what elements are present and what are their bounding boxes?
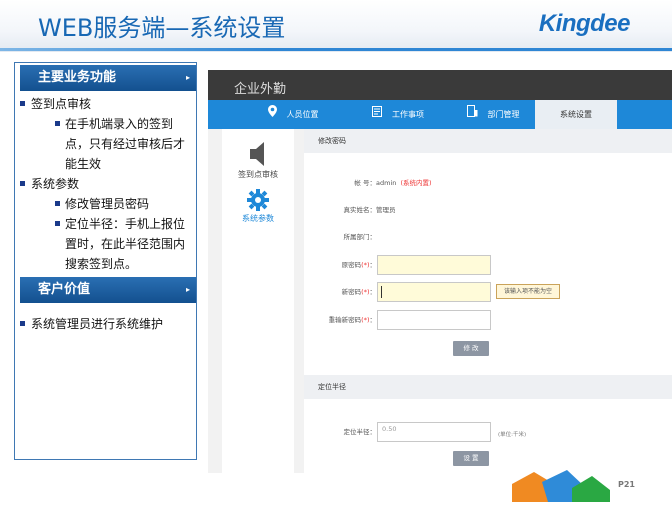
- modify-password-button[interactable]: 修 改: [453, 341, 489, 356]
- list-item: 系统参数: [17, 174, 197, 194]
- page-number: P21: [618, 480, 635, 489]
- brand-logo: Kingdee: [538, 10, 631, 37]
- name-label: 真实姓名：: [343, 206, 377, 214]
- tab-department[interactable]: 部门管理: [448, 100, 538, 129]
- app-topbar: 企业外勤: [208, 70, 672, 100]
- sidebar-item-system-params[interactable]: 系统参数: [222, 189, 294, 224]
- document-icon: [372, 100, 382, 129]
- settings-content: 修改密码 帐 号： admin (系统内置) 真实姓名： 管理员 所属部门： 原…: [304, 129, 672, 473]
- radius-input[interactable]: 0.50: [377, 422, 491, 442]
- sidebar-label: 系统参数: [242, 214, 274, 223]
- orig-password-label: 原密码(*)：: [341, 261, 376, 269]
- radius-row: 定位半径： 0.50 (单位:千米): [304, 422, 672, 442]
- value-list: 系统管理员进行系统维护: [17, 314, 197, 334]
- list-subitem: 定位半径：手机上报位置时，在此半径范围内搜索签到点。: [17, 214, 197, 274]
- radius-panel-heading: 定位半径: [304, 375, 672, 399]
- new-password-row: 新密码(*)： 该输入项不能为空: [304, 282, 672, 302]
- radius-unit: (单位:千米): [498, 432, 527, 438]
- account-row: 帐 号： admin (系统内置): [304, 173, 672, 193]
- new-password-label: 新密码(*)：: [341, 288, 376, 296]
- dept-label: 所属部门：: [343, 233, 377, 241]
- confirm-password-input[interactable]: [377, 310, 491, 330]
- confirm-password-label: 重输新密码(*)：: [328, 316, 376, 324]
- location-pin-icon: [267, 100, 277, 129]
- slide-title: WEB服务端—系统设置: [38, 14, 286, 42]
- list-subitem: 修改管理员密码: [17, 194, 197, 214]
- feature-panel: 主要业务功能 ▸ 签到点审核 在手机端录入的签到点，只有经过审核后才能生效 系统…: [14, 62, 197, 460]
- arrow-right-icon: ▸: [185, 285, 190, 294]
- tab-work-items[interactable]: 工作事项: [353, 100, 443, 129]
- dept-row: 所属部门：: [304, 227, 672, 247]
- speaker-icon: [222, 141, 294, 169]
- org-icon: [466, 100, 478, 129]
- section-main-features: 主要业务功能 ▸: [17, 65, 196, 91]
- radius-label: 定位半径：: [343, 428, 377, 436]
- app-title: 企业外勤: [234, 82, 287, 97]
- tab-personnel-location[interactable]: 人员位置: [248, 100, 338, 129]
- list-item: 签到点审核: [17, 94, 197, 114]
- orig-password-input[interactable]: [377, 255, 491, 275]
- tab-label: 部门管理: [487, 110, 520, 119]
- tab-label: 人员位置: [286, 110, 319, 119]
- features-list: 签到点审核 在手机端录入的签到点，只有经过审核后才能生效 系统参数 修改管理员密…: [17, 94, 197, 274]
- app-window: 企业外勤 人员位置 工作事项 部门管理 系统设置 签到点审核 系统参数 修改密码…: [208, 70, 672, 473]
- tab-system-settings[interactable]: 系统设置: [535, 100, 617, 129]
- tab-label: 系统设置: [560, 110, 592, 119]
- section-main-features-title: 主要业务功能: [38, 70, 117, 85]
- section-customer-value: 客户价值 ▸: [17, 277, 196, 303]
- set-radius-button[interactable]: 设 置: [453, 451, 489, 466]
- list-item: 系统管理员进行系统维护: [17, 314, 197, 334]
- account-note: (系统内置): [400, 179, 432, 187]
- sidebar-item-checkpoint-review[interactable]: 签到点审核: [222, 141, 294, 180]
- sidebar-label: 签到点审核: [238, 170, 278, 179]
- password-panel-heading: 修改密码: [304, 129, 672, 153]
- gear-icon: [222, 189, 294, 213]
- tab-bar: 人员位置 工作事项 部门管理 系统设置: [208, 100, 672, 129]
- app-sidebar: 签到点审核 系统参数: [222, 129, 294, 473]
- new-password-input[interactable]: [377, 282, 491, 302]
- name-row: 真实姓名： 管理员: [304, 200, 672, 220]
- header-divider: [0, 48, 672, 51]
- arrow-right-icon: ▸: [185, 73, 190, 82]
- footer-decoration: [512, 470, 610, 502]
- section-customer-value-title: 客户价值: [38, 282, 91, 297]
- confirm-password-row: 重输新密码(*)：: [304, 310, 672, 330]
- tab-label: 工作事项: [392, 110, 424, 119]
- validation-tooltip: 该输入项不能为空: [496, 284, 560, 299]
- orig-password-row: 原密码(*)：: [304, 255, 672, 275]
- name-value: 管理员: [376, 206, 396, 214]
- list-subitem: 在手机端录入的签到点，只有经过审核后才能生效: [17, 114, 197, 174]
- account-value: admin (系统内置): [376, 179, 432, 187]
- account-label: 帐 号：: [354, 179, 376, 187]
